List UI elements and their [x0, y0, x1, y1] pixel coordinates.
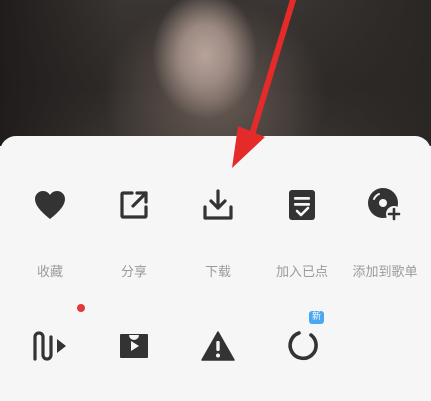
video-play-icon: [114, 326, 154, 366]
favorite-label: 收藏: [36, 265, 63, 280]
download-icon: [198, 185, 238, 225]
share-icon: [114, 185, 154, 225]
playlist-check-icon: [282, 185, 322, 225]
video-shade-left: [0, 0, 120, 146]
ring-icon: [282, 326, 322, 366]
add-to-played-label: 加入已点: [275, 265, 328, 280]
download-label: 下载: [204, 265, 231, 280]
add-to-songlist-label: 添加到歌单: [352, 265, 418, 280]
notification-dot: [77, 304, 85, 312]
video-shade-right: [291, 0, 431, 146]
new-badge: 新: [309, 311, 325, 324]
add-to-songlist-icon: [365, 185, 405, 225]
warning-icon: [198, 326, 238, 366]
share-label: 分享: [120, 265, 147, 280]
action-sheet: 收藏 分享 下载 加入已点 添加到歌单 新: [0, 136, 431, 401]
heart-icon: [30, 185, 70, 225]
music-video-icon: [30, 326, 70, 366]
video-preview: [0, 0, 431, 146]
